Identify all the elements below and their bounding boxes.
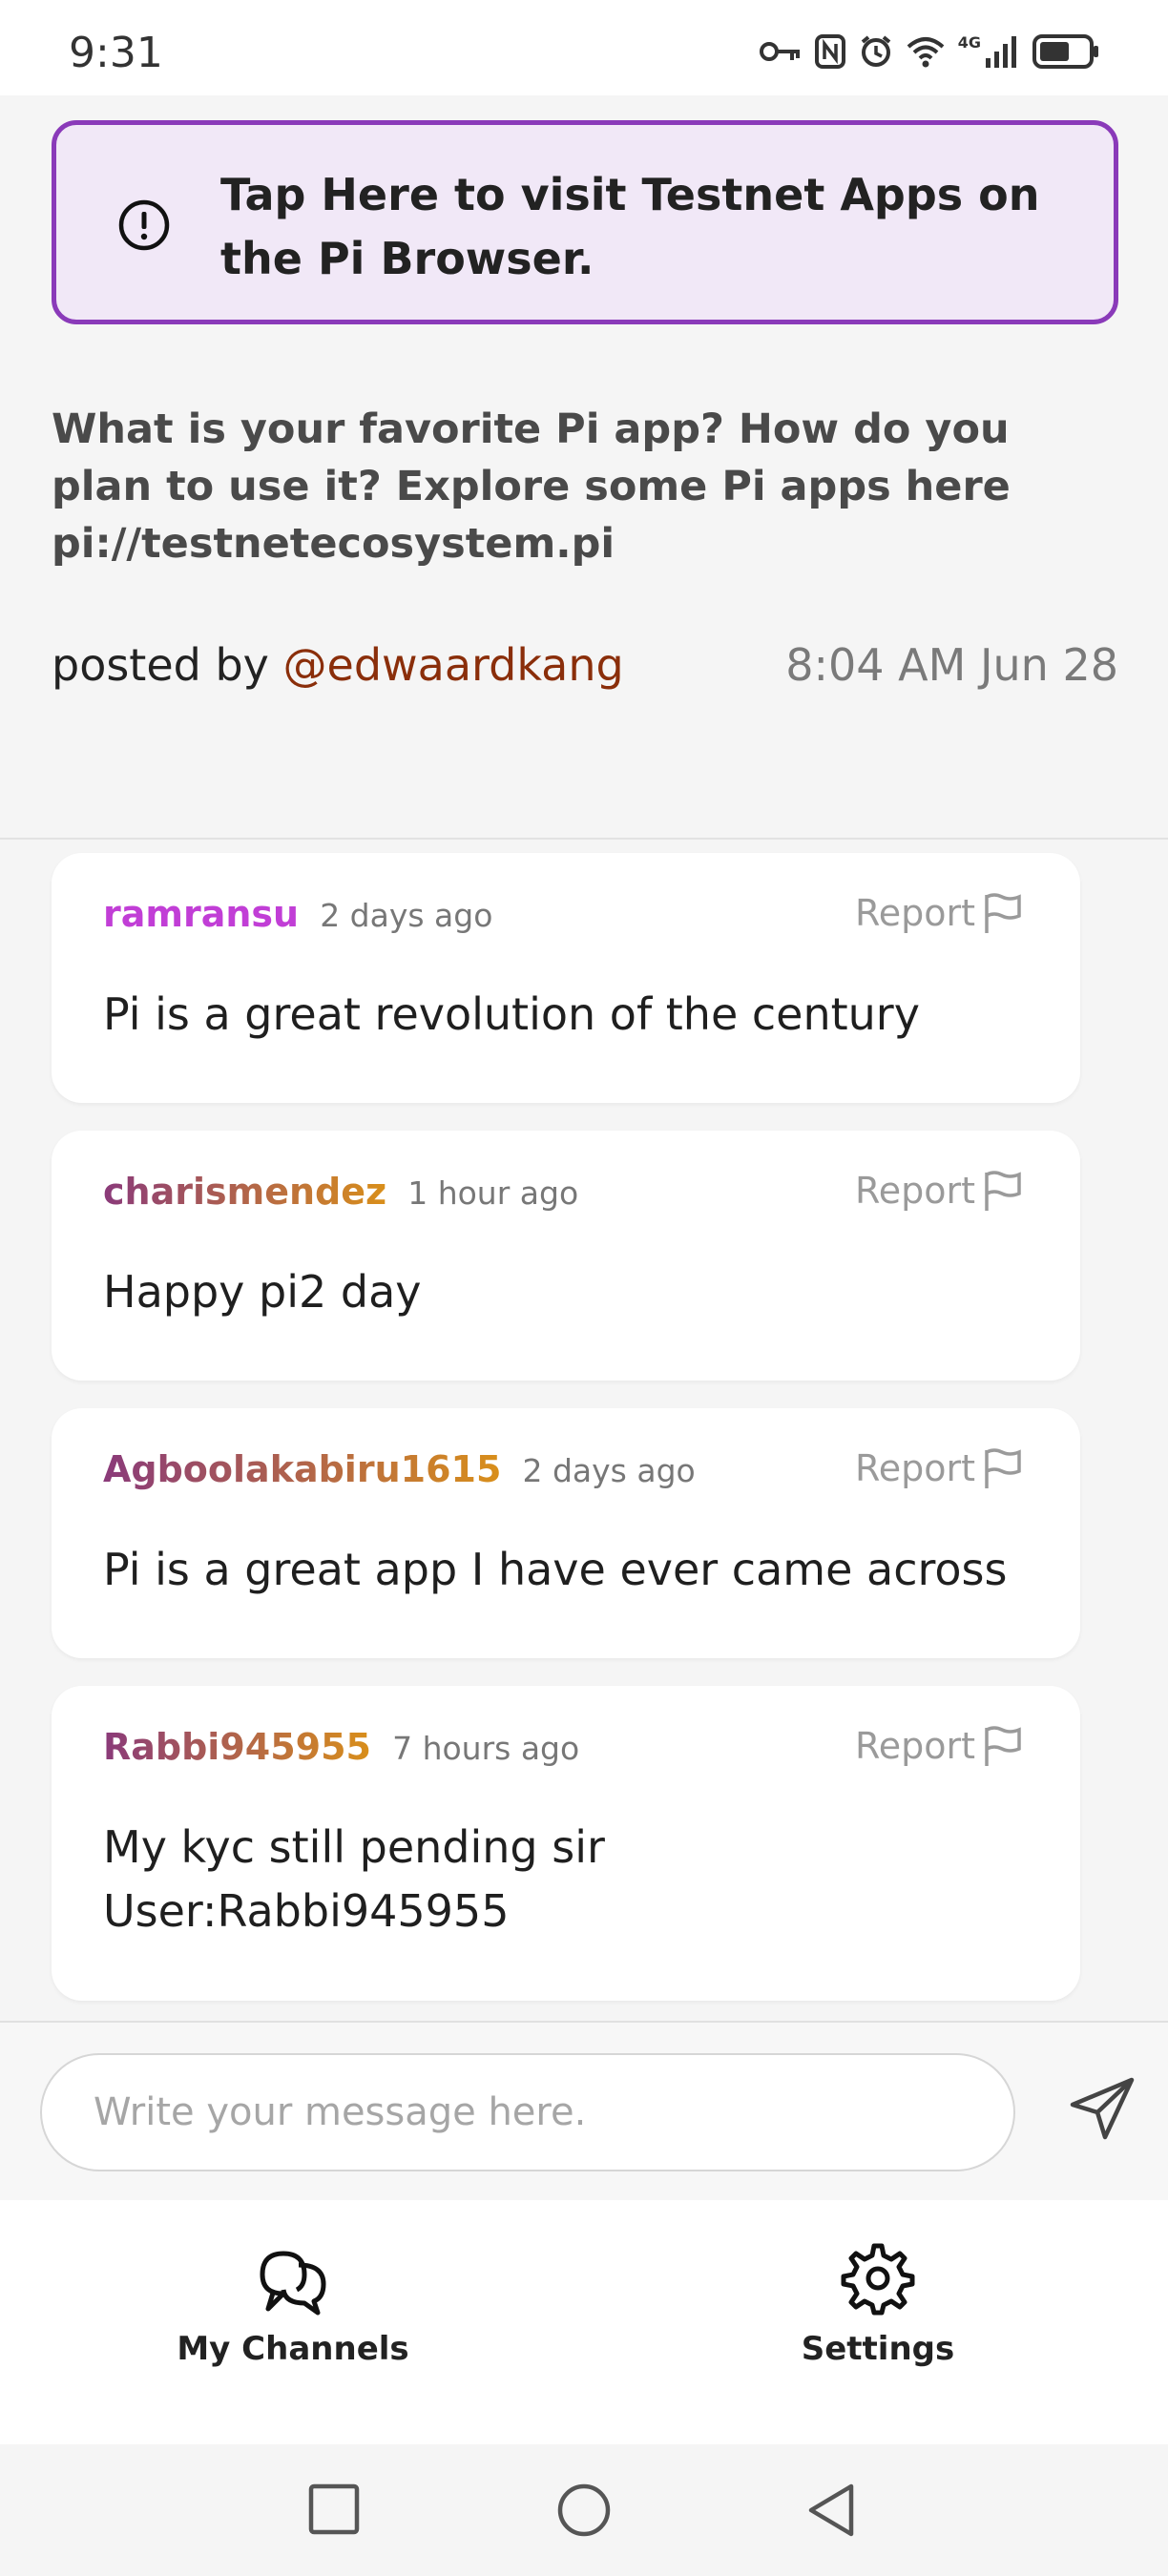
comment-card: Rabbi945955 7 hours ago Report My kyc st…: [52, 1686, 1080, 2001]
banner-text: Tap Here to visit Testnet Apps on the Pi…: [220, 169, 1040, 284]
back-triangle-icon[interactable]: [805, 2483, 859, 2538]
comment-username[interactable]: charismendez: [103, 1171, 386, 1213]
chat-bubbles-icon: [260, 2251, 326, 2316]
gear-icon: [841, 2243, 915, 2316]
comment-time: 2 days ago: [522, 1452, 696, 1489]
comment-header: charismendez 1 hour ago: [103, 1171, 578, 1213]
comment-text: My kyc still pending sir User:Rabbi94595…: [103, 1821, 605, 1937]
post-time: 8:04 AM Jun 28: [785, 639, 1118, 691]
flag-icon: [985, 893, 1021, 933]
alert-circle-icon: [118, 199, 170, 251]
comment-time: 7 hours ago: [392, 1730, 580, 1767]
report-label: Report: [855, 892, 975, 934]
network-type: 4G: [957, 32, 981, 52]
posted-by-prefix: posted by: [52, 639, 269, 691]
comment-text: Happy pi2 day: [103, 1266, 422, 1318]
comment-card: charismendez 1 hour ago Report Happy pi2…: [52, 1131, 1080, 1381]
comment-username[interactable]: Rabbi945955: [103, 1726, 371, 1768]
nfc-icon: [814, 34, 845, 69]
nav-my-channels[interactable]: My Channels: [150, 2240, 436, 2368]
nav-settings[interactable]: Settings: [735, 2240, 1021, 2368]
comment-card: Agboolakabiru1615 2 days ago Report Pi i…: [52, 1408, 1080, 1658]
flag-icon: [985, 1726, 1021, 1766]
comment-header: Rabbi945955 7 hours ago: [103, 1726, 579, 1768]
message-composer: [0, 2021, 1168, 2200]
comment-time: 2 days ago: [320, 897, 493, 934]
recents-square-icon[interactable]: [307, 2483, 361, 2536]
comment-header: Agboolakabiru1615 2 days ago: [103, 1448, 696, 1490]
report-button[interactable]: Report: [855, 1169, 1023, 1213]
comment-username[interactable]: ramransu: [103, 893, 299, 935]
report-label: Report: [855, 1725, 975, 1767]
report-button[interactable]: Report: [855, 1724, 1023, 1768]
message-input[interactable]: [40, 2053, 1015, 2171]
report-button[interactable]: Report: [855, 891, 1023, 935]
wifi-icon: [907, 37, 945, 68]
comment-card: ramransu 2 days ago Report Pi is a great…: [52, 853, 1080, 1103]
report-button[interactable]: Report: [855, 1446, 1023, 1490]
posted-by: posted by @edwaardkang: [52, 639, 624, 691]
bottom-nav: My Channels Settings: [0, 2200, 1168, 2444]
status-bar: 9:31 4G: [0, 0, 1168, 95]
alarm-icon: [861, 35, 891, 67]
post-body: What is your favorite Pi app? How do you…: [52, 405, 1011, 568]
comment-text: Pi is a great app I have ever came acros…: [103, 1544, 1008, 1595]
flag-icon: [985, 1448, 1021, 1488]
home-circle-icon[interactable]: [556, 2483, 612, 2538]
comment-header: ramransu 2 days ago: [103, 893, 492, 935]
battery-icon: [1032, 34, 1098, 69]
status-time: 9:31: [69, 29, 163, 77]
comment-username[interactable]: Agboolakabiru1615: [103, 1448, 501, 1490]
vpn-key-icon: [759, 42, 800, 61]
status-icons: 4G: [759, 32, 1099, 69]
post-author-link[interactable]: @edwaardkang: [283, 639, 624, 691]
flag-icon: [985, 1171, 1021, 1211]
comment-text: Pi is a great revolution of the century: [103, 988, 920, 1040]
signal-icon: [986, 36, 1016, 68]
send-icon: [1070, 2077, 1135, 2140]
send-button[interactable]: [1069, 2074, 1137, 2146]
system-navigation-bar: [0, 2444, 1168, 2576]
divider: [0, 838, 1168, 840]
nav-label-settings: Settings: [801, 2330, 955, 2368]
report-label: Report: [855, 1447, 975, 1489]
post-meta: posted by @edwaardkang 8:04 AM Jun 28: [52, 639, 1118, 696]
nav-label-my-channels: My Channels: [177, 2330, 409, 2368]
comment-time: 1 hour ago: [407, 1174, 579, 1212]
report-label: Report: [855, 1170, 975, 1212]
testnet-apps-banner[interactable]: Tap Here to visit Testnet Apps on the Pi…: [52, 120, 1118, 324]
